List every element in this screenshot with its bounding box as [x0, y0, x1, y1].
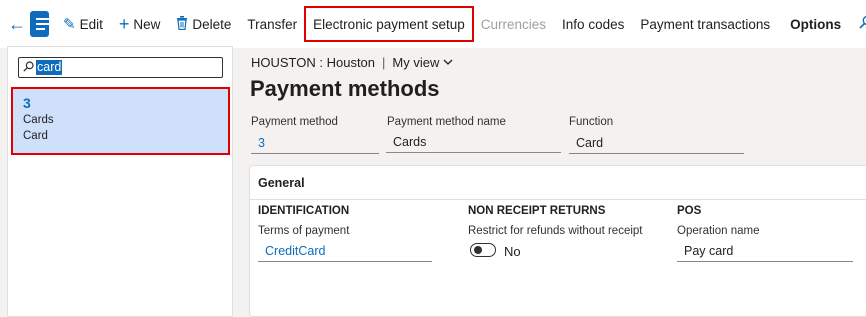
breadcrumb: HOUSTON : Houston | My view	[251, 55, 453, 70]
company-label[interactable]: HOUSTON : Houston	[251, 55, 375, 70]
list-item-function: Card	[23, 130, 48, 142]
hamburger-menu-icon[interactable]	[30, 11, 49, 37]
function-label: Function	[569, 116, 614, 128]
list-panel: card 3 Cards Card	[7, 46, 233, 317]
trash-icon	[176, 15, 188, 33]
non-receipt-returns-heading: NON RECEIPT RETURNS	[468, 205, 606, 217]
payment-method-name-field[interactable]: Cards	[386, 132, 561, 153]
payment-method-field[interactable]: 3	[251, 133, 379, 154]
view-selector[interactable]: My view	[392, 55, 439, 70]
back-arrow-icon[interactable]: ←	[8, 10, 26, 38]
filter-input[interactable]: card	[18, 57, 223, 78]
pencil-icon: ✎	[63, 15, 76, 33]
search-icon	[23, 60, 34, 75]
options-button[interactable]: Options	[782, 8, 849, 40]
restrict-refunds-label: Restrict for refunds without receipt	[468, 225, 643, 237]
payment-method-name-label: Payment method name	[387, 116, 506, 128]
operation-name-label: Operation name	[677, 225, 760, 237]
general-header[interactable]: General	[250, 166, 866, 200]
identification-heading: IDENTIFICATION	[258, 205, 350, 217]
currencies-button[interactable]: Currencies	[473, 8, 554, 40]
action-pane: ← ✎ Edit + New Delete Transfer Electronic …	[0, 0, 866, 48]
list-item[interactable]: 3 Cards Card	[11, 87, 230, 155]
operation-name-field[interactable]: Pay card	[677, 241, 853, 262]
pos-heading: POS	[677, 205, 702, 217]
page-title: Payment methods	[250, 76, 440, 101]
transfer-button[interactable]: Transfer	[239, 8, 305, 40]
search-icon[interactable]	[849, 15, 866, 34]
terms-of-payment-label: Terms of payment	[258, 225, 350, 237]
list-item-id: 3	[23, 95, 31, 111]
terms-of-payment-field[interactable]: CreditCard	[258, 241, 432, 262]
delete-button[interactable]: Delete	[168, 8, 239, 40]
payment-transactions-button[interactable]: Payment transactions	[632, 8, 778, 40]
payment-method-label: Payment method	[251, 116, 338, 128]
list-item-name: Cards	[23, 114, 54, 126]
restrict-refunds-toggle[interactable]	[470, 243, 496, 257]
chevron-down-icon[interactable]	[443, 57, 453, 69]
electronic-payment-setup-button[interactable]: Electronic payment setup	[304, 6, 474, 42]
general-fasttab: General IDENTIFICATION Terms of payment …	[249, 165, 866, 317]
filter-text: card	[36, 60, 63, 75]
restrict-refunds-value: No	[504, 244, 521, 259]
breadcrumb-divider: |	[382, 55, 386, 70]
edit-button[interactable]: ✎ Edit	[55, 8, 111, 40]
new-button[interactable]: + New	[111, 8, 169, 40]
info-codes-button[interactable]: Info codes	[554, 8, 632, 40]
plus-icon: +	[118, 14, 130, 34]
function-field[interactable]: Card	[569, 133, 744, 154]
